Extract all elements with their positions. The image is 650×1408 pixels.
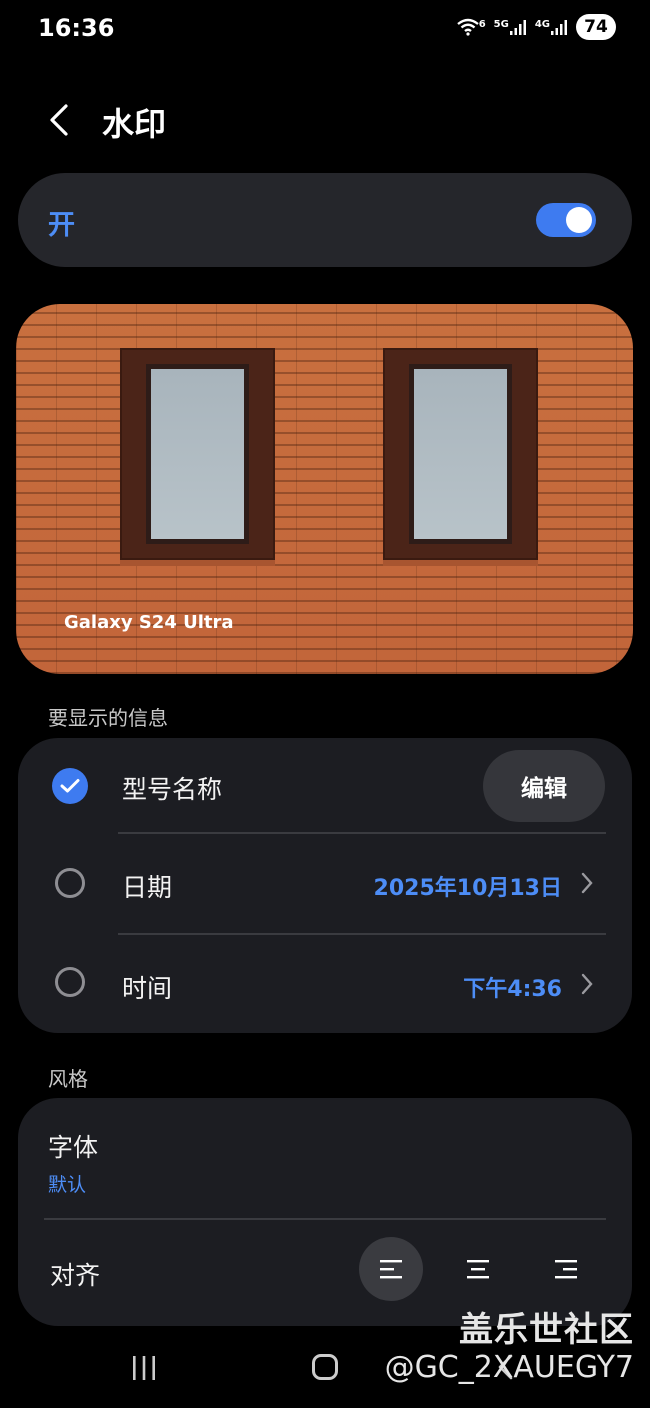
forum-logo-text: 盖乐世社区 [459, 1310, 634, 1350]
signal-5g-label: 5G [493, 19, 509, 30]
recents-icon [133, 1356, 155, 1380]
chevron-left-icon [50, 104, 68, 136]
brick-window-right [383, 348, 538, 566]
nav-recents-button[interactable] [130, 1355, 158, 1385]
date-value: 2025年10月13日 [373, 876, 562, 901]
master-toggle-label: 开 [48, 210, 75, 241]
page-title: 水印 [102, 105, 167, 143]
align-center-button[interactable] [446, 1237, 510, 1301]
signal-4g-icon: 4G [535, 18, 568, 36]
date-row[interactable]: 日期 2025年10月13日 [18, 834, 632, 934]
forum-user-tag: @GC_2XAUEGY7 [384, 1350, 634, 1385]
align-right-button[interactable] [534, 1237, 598, 1301]
wifi-label: 6 [478, 19, 486, 30]
font-label: 字体 [48, 1133, 99, 1162]
time-label: 时间 [122, 974, 173, 1003]
switch-knob [566, 207, 592, 233]
master-toggle-card[interactable]: 开 [18, 173, 632, 267]
brick-window-left [120, 348, 275, 566]
status-icons: 6 5G 4G 74 [456, 14, 616, 40]
font-value: 默认 [48, 1174, 87, 1196]
divider [44, 1218, 606, 1220]
nav-home-button[interactable] [312, 1354, 338, 1380]
align-left-icon [380, 1260, 402, 1279]
align-center-icon [467, 1260, 489, 1279]
info-section-heading: 要显示的信息 [48, 706, 168, 730]
signal-4g-label: 4G [534, 19, 550, 30]
watermark-text: Galaxy S24 Ultra [64, 612, 234, 633]
time-radio[interactable] [55, 967, 85, 997]
chevron-right-icon [581, 973, 593, 995]
chevron-right-icon [581, 872, 593, 894]
edit-button[interactable]: 编辑 [483, 750, 605, 822]
font-row[interactable]: 字体 默认 [18, 1098, 632, 1218]
watermark-preview-image: Galaxy S24 Ultra [16, 304, 633, 674]
model-name-label: 型号名称 [122, 775, 223, 804]
model-name-row[interactable]: 型号名称 编辑 [18, 738, 632, 834]
align-right-icon [555, 1260, 577, 1279]
time-value: 下午4:36 [463, 977, 562, 1002]
align-left-button[interactable] [359, 1237, 423, 1301]
signal-5g-icon: 5G [494, 18, 527, 36]
style-section-heading: 风格 [48, 1067, 88, 1091]
date-radio[interactable] [55, 868, 85, 898]
checkmark-icon [60, 779, 80, 793]
wifi-icon: 6 [456, 18, 486, 36]
align-label: 对齐 [50, 1261, 101, 1290]
info-card: 型号名称 编辑 日期 2025年10月13日 时间 下午4:36 [18, 738, 632, 1033]
date-label: 日期 [122, 873, 173, 902]
master-toggle-switch[interactable] [536, 203, 596, 237]
style-card: 字体 默认 对齐 [18, 1098, 632, 1326]
status-time: 16:36 [38, 14, 115, 42]
back-button[interactable] [40, 98, 84, 142]
model-checkbox[interactable] [52, 768, 88, 804]
time-row[interactable]: 时间 下午4:36 [18, 935, 632, 1033]
battery-indicator: 74 [576, 14, 616, 40]
